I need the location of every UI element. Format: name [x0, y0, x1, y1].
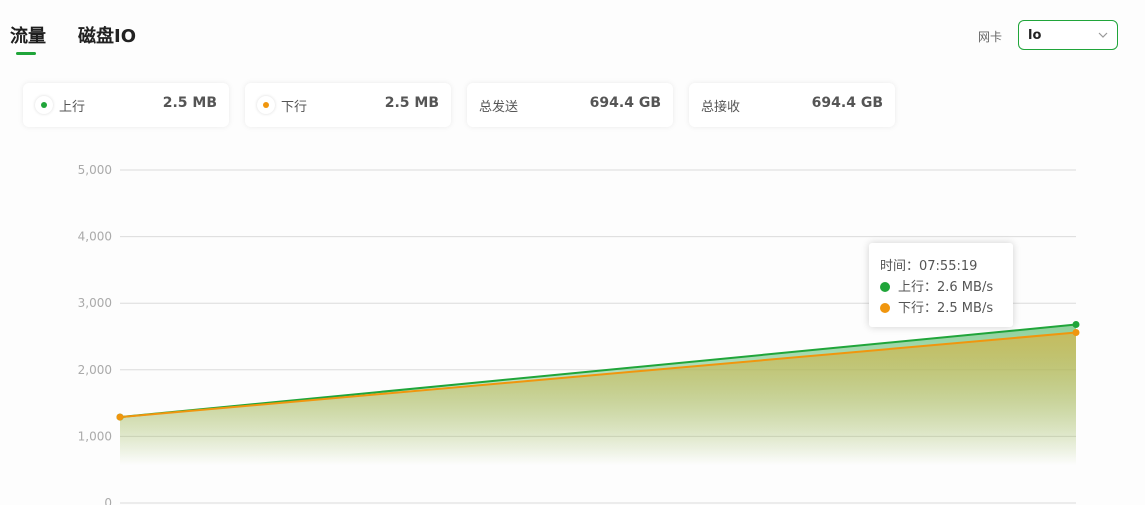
nic-select[interactable]: lo — [1018, 20, 1118, 50]
tooltip-upload-row: 上行：2.6 MB/s — [880, 276, 1013, 297]
tab-traffic[interactable]: 流量 — [10, 22, 46, 48]
y-tick-label: 5,000 — [78, 163, 112, 177]
stat-label: 上行 — [59, 100, 86, 115]
stat-card-download: 下行 2.5 MB — [245, 83, 451, 127]
nic-label: 网卡 — [978, 30, 1003, 44]
tooltip-download: 下行：2.5 MB/s — [898, 301, 994, 316]
data-point — [116, 413, 124, 421]
stat-value: 2.5 MB — [162, 95, 217, 111]
tooltip-download-row: 下行：2.5 MB/s — [880, 297, 1013, 318]
download-dot-icon — [257, 96, 275, 114]
stat-value: 2.5 MB — [384, 95, 439, 111]
tab-disk-io[interactable]: 磁盘IO — [78, 22, 136, 48]
traffic-chart[interactable]: 5,000 4,000 3,000 2,000 1,000 0 — [0, 150, 1145, 505]
download-marker-icon — [880, 303, 890, 313]
tooltip-upload: 上行：2.6 MB/s — [898, 280, 994, 295]
stat-value: 694.4 GB — [811, 95, 883, 111]
y-tick-label: 2,000 — [78, 363, 112, 377]
stat-card-total-sent: 总发送 694.4 GB — [467, 83, 673, 127]
y-tick-label: 4,000 — [78, 230, 112, 244]
stat-card-upload: 上行 2.5 MB — [23, 83, 229, 127]
data-point — [1072, 321, 1080, 329]
nic-selected-value: lo — [1028, 28, 1042, 43]
chart-tooltip: 时间：07:55:19 上行：2.6 MB/s 下行：2.5 MB/s — [869, 243, 1013, 327]
stat-label: 总接收 — [701, 100, 741, 115]
active-tab-indicator — [16, 52, 36, 55]
upload-marker-icon — [880, 282, 890, 292]
y-tick-label: 0 — [104, 496, 112, 505]
chevron-down-icon — [1098, 32, 1108, 38]
upload-dot-icon — [35, 96, 53, 114]
y-tick-label: 1,000 — [78, 429, 112, 443]
stat-card-total-received: 总接收 694.4 GB — [689, 83, 895, 127]
y-tick-label: 3,000 — [78, 296, 112, 310]
stat-label: 下行 — [281, 100, 308, 115]
stat-value: 694.4 GB — [589, 95, 661, 111]
stat-label: 总发送 — [479, 100, 519, 115]
data-point — [1072, 329, 1080, 337]
tooltip-time: 时间：07:55:19 — [880, 259, 978, 274]
series-area-1 — [120, 332, 1076, 465]
